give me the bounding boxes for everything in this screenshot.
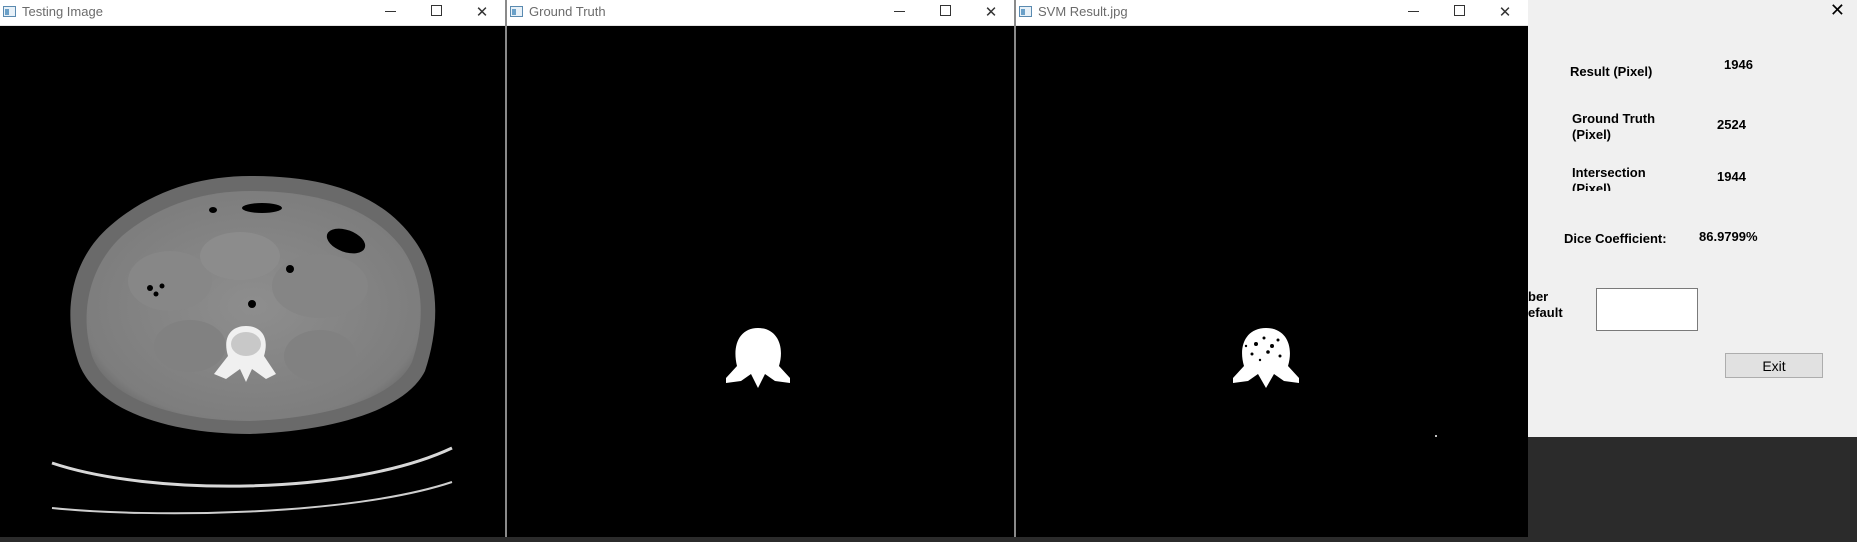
minimize-icon <box>384 10 396 12</box>
svm-result-mask <box>1233 328 1437 437</box>
results-dialog: ✕ Result (Pixel) 1946 Ground Truth (Pixe… <box>1528 0 1857 437</box>
window-ground-truth: Ground Truth ✕ <box>507 0 1014 537</box>
app-icon <box>510 6 523 17</box>
ground-truth-mask <box>726 328 790 388</box>
partial-label: ber efault <box>1528 289 1563 320</box>
minimize-button[interactable] <box>367 0 413 26</box>
maximize-icon <box>430 5 442 16</box>
minimize-icon <box>893 10 905 12</box>
ground-truth-pixel-value: 2524 <box>1717 117 1746 132</box>
window-title: SVM Result.jpg <box>1038 4 1128 19</box>
svm-result-canvas <box>1016 26 1528 537</box>
exit-button[interactable]: Exit <box>1725 353 1823 378</box>
result-pixel-label: Result (Pixel) <box>1570 64 1653 79</box>
window-title: Ground Truth <box>529 4 606 19</box>
minimize-button[interactable] <box>1390 0 1436 26</box>
maximize-button[interactable] <box>922 0 968 26</box>
maximize-button[interactable] <box>1436 0 1482 26</box>
close-icon[interactable]: ✕ <box>1830 0 1845 21</box>
window-title: Testing Image <box>22 4 103 19</box>
titlebar-ground-truth[interactable]: Ground Truth ✕ <box>507 0 1014 26</box>
ct-image-canvas <box>0 26 505 537</box>
app-icon <box>1019 6 1032 17</box>
titlebar-testing-image[interactable]: Testing Image ✕ <box>0 0 505 26</box>
window-testing-image: Testing Image ✕ <box>0 0 505 537</box>
close-icon: ✕ <box>984 3 998 21</box>
app-icon <box>3 6 16 17</box>
close-icon: ✕ <box>475 3 489 21</box>
ct-scan-image <box>51 176 453 515</box>
maximize-icon <box>939 5 951 16</box>
dice-coefficient-label: Dice Coefficient: <box>1564 231 1667 246</box>
maximize-icon <box>1453 5 1465 16</box>
maximize-button[interactable] <box>413 0 459 26</box>
number-input[interactable] <box>1596 288 1698 331</box>
close-button[interactable]: ✕ <box>968 0 1014 26</box>
result-pixel-value: 1946 <box>1724 57 1753 72</box>
close-icon: ✕ <box>1498 3 1512 21</box>
minimize-icon <box>1407 10 1419 12</box>
window-svm-result: SVM Result.jpg ✕ <box>1016 0 1528 537</box>
ground-truth-pixel-label: Ground Truth (Pixel) <box>1572 111 1656 142</box>
intersection-pixel-value: 1944 <box>1717 169 1746 184</box>
ground-truth-canvas <box>507 26 1014 537</box>
close-button[interactable]: ✕ <box>459 0 505 26</box>
close-button[interactable]: ✕ <box>1482 0 1528 26</box>
intersection-pixel-label: Intersection (Pixel) <box>1572 165 1646 191</box>
titlebar-svm-result[interactable]: SVM Result.jpg ✕ <box>1016 0 1528 26</box>
dice-coefficient-value: 86.9799% <box>1699 229 1758 244</box>
minimize-button[interactable] <box>876 0 922 26</box>
